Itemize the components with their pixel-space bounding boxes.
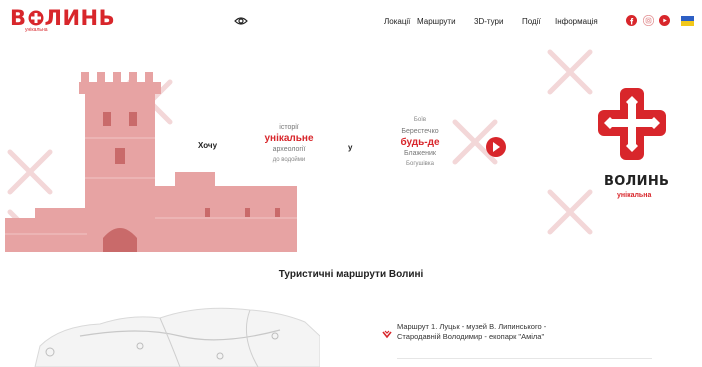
route-marker-icon (382, 330, 392, 339)
instagram-icon[interactable] (643, 15, 654, 26)
route-title-line: Стародавній Володимир - екопарк "Аміла" (397, 332, 545, 341)
logo-cross-icon (28, 10, 44, 26)
want-label: Хочу (198, 141, 218, 150)
arrow-right-icon (493, 142, 500, 152)
hero-section: Хочу історії унікальне археології до вод… (0, 42, 702, 252)
ukraine-flag-icon[interactable] (681, 16, 694, 26)
nav-events[interactable]: Події (522, 17, 541, 26)
routes-section-title: Туристичні маршрути Волині (278, 269, 424, 280)
right-phrase-line: Богушівка (406, 161, 434, 167)
volyn-map-illustration[interactable] (20, 296, 320, 367)
left-phrase-accent: унікальне (264, 133, 314, 144)
youtube-icon[interactable] (659, 15, 670, 26)
right-phrase-line: Берестечко (401, 128, 439, 135)
accessibility-eye-icon[interactable] (234, 16, 248, 26)
next-phrase-button[interactable] (486, 137, 506, 157)
nav-information[interactable]: Інформація (555, 17, 598, 26)
brand-subtitle: унікальна (617, 192, 652, 199)
left-phrase-line: археології (272, 146, 306, 153)
route-title-line: Маршрут 1. Луцьк - музей В. Липинського … (397, 322, 547, 331)
left-phrase-line: історії (279, 124, 299, 131)
right-phrase-line: Блаженик (404, 150, 436, 157)
nav-3d-tours[interactable]: 3D-тури (474, 17, 503, 26)
nav-routes[interactable]: Маршрути (417, 17, 456, 26)
brand-title: ВОЛИНЬ (604, 174, 670, 189)
route-title: Маршрут 1. Луцьк - музей В. Липинського … (397, 322, 652, 342)
route-divider (397, 358, 652, 359)
left-phrase-line: до водойми (272, 157, 306, 163)
conjunction-label: у (348, 143, 353, 152)
left-phrase-carousel: історії унікальне археології до водойми (252, 122, 326, 166)
nav-locations[interactable]: Локації (384, 17, 410, 26)
logo-subtitle: унікальна (25, 27, 48, 33)
right-phrase-carousel: Боїв Берестечко будь-де Блаженик Богушів… (380, 115, 460, 170)
logo-word: ЛИНЬ (44, 6, 116, 30)
site-header: В ЛИНЬ унікальна Локації Маршрути 3D-тур… (0, 0, 702, 42)
right-phrase-accent: будь-де (400, 137, 440, 148)
facebook-icon[interactable] (626, 15, 637, 26)
brand-cross-icon (598, 88, 666, 160)
right-phrase-line: Боїв (413, 117, 427, 123)
